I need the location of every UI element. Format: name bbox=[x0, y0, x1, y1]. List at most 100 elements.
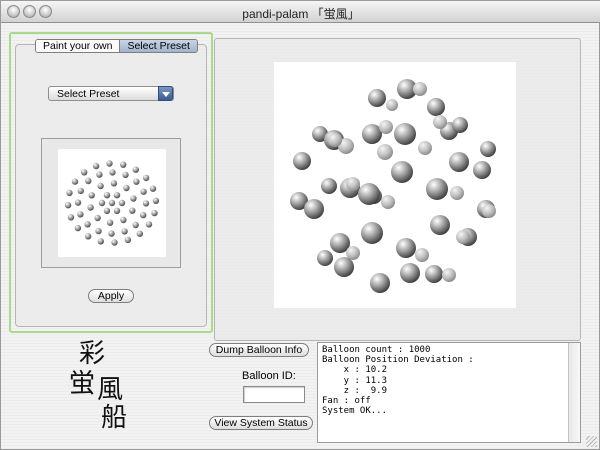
balloon bbox=[425, 265, 443, 283]
balloon bbox=[394, 123, 416, 145]
balloon-id-label: Balloon ID: bbox=[242, 370, 296, 382]
balloon bbox=[450, 186, 464, 200]
view-system-status-button[interactable]: View System Status bbox=[209, 416, 313, 430]
balloon bbox=[96, 171, 103, 178]
balloon bbox=[400, 263, 420, 283]
balloon bbox=[328, 133, 342, 147]
chevron-down-icon[interactable] bbox=[158, 86, 173, 101]
preview-balloon-group bbox=[64, 160, 160, 246]
status-console[interactable]: Balloon count : 1000 Balloon Position Dev… bbox=[317, 342, 581, 443]
balloon bbox=[74, 224, 82, 232]
console-line: z : 9.9 bbox=[322, 385, 388, 396]
console-line: System OK... bbox=[322, 406, 388, 417]
balloon bbox=[118, 199, 126, 207]
balloon bbox=[293, 152, 311, 170]
calligraphy-logo: 彩 蛍 風 船 bbox=[67, 339, 147, 439]
balloon bbox=[106, 160, 113, 167]
balloon bbox=[132, 166, 139, 173]
console-scrollbar[interactable] bbox=[568, 343, 580, 442]
balloon bbox=[110, 180, 118, 187]
window-title: pandi-palam 「蛍風」 bbox=[242, 7, 360, 21]
balloon bbox=[370, 273, 390, 293]
balloon bbox=[317, 250, 333, 266]
balloon bbox=[108, 199, 116, 207]
balloon bbox=[87, 204, 94, 211]
balloon bbox=[142, 174, 150, 182]
balloon bbox=[413, 82, 427, 96]
balloon bbox=[123, 184, 130, 192]
tab-paint-your-own[interactable]: Paint your own bbox=[36, 40, 120, 52]
balloon bbox=[418, 141, 432, 155]
logo-char-sai: 彩 bbox=[79, 339, 106, 369]
balloon bbox=[368, 89, 386, 107]
balloon bbox=[304, 199, 324, 219]
balloon bbox=[452, 117, 468, 133]
balloon bbox=[97, 182, 104, 190]
balloon bbox=[71, 178, 79, 185]
balloon-id-input[interactable] bbox=[243, 386, 305, 403]
balloon bbox=[106, 219, 114, 226]
preset-select-value: Select Preset bbox=[57, 88, 120, 100]
balloon bbox=[358, 183, 380, 205]
balloon bbox=[67, 214, 75, 221]
console-line: Balloon count : 1000 bbox=[322, 345, 431, 355]
balloon bbox=[122, 171, 129, 179]
balloon bbox=[130, 195, 137, 202]
balloon bbox=[145, 221, 153, 228]
console-line: y : 11.3 bbox=[322, 375, 388, 386]
apply-button[interactable]: Apply bbox=[88, 289, 134, 303]
balloon bbox=[66, 189, 73, 197]
balloon bbox=[427, 98, 445, 116]
console-line: Fan : off bbox=[322, 396, 371, 407]
balloon bbox=[129, 207, 136, 214]
preset-select[interactable]: Select Preset bbox=[48, 86, 174, 101]
balloon bbox=[113, 207, 121, 214]
balloon bbox=[396, 238, 416, 258]
balloon bbox=[386, 99, 398, 111]
balloon bbox=[94, 214, 101, 222]
balloon-group bbox=[290, 79, 496, 293]
console-line: x : 10.2 bbox=[322, 365, 388, 376]
balloon bbox=[92, 162, 100, 170]
balloon bbox=[108, 230, 115, 237]
balloon bbox=[415, 248, 429, 262]
tab-select-preset[interactable]: Select Preset bbox=[119, 40, 197, 52]
console-line: Balloon Position Deviation : bbox=[322, 355, 474, 366]
balloon bbox=[152, 197, 160, 204]
balloon bbox=[88, 192, 95, 199]
logo-char-kaze: 風 bbox=[97, 375, 124, 405]
logo-char-fune: 船 bbox=[101, 403, 128, 433]
balloon bbox=[124, 236, 132, 244]
dump-balloon-info-button[interactable]: Dump Balloon Info bbox=[209, 343, 309, 357]
balloon bbox=[456, 230, 470, 244]
balloon-render bbox=[290, 79, 496, 293]
resize-grip[interactable] bbox=[586, 436, 597, 447]
balloon bbox=[103, 207, 111, 214]
balloon bbox=[149, 185, 157, 192]
balloon bbox=[113, 192, 121, 199]
balloon bbox=[111, 239, 118, 246]
balloon bbox=[442, 268, 456, 282]
balloon bbox=[334, 257, 354, 277]
title-bar: pandi-palam 「蛍風」 bbox=[1, 1, 600, 23]
balloon bbox=[482, 204, 496, 218]
logo-char-hotaru: 蛍 bbox=[69, 369, 96, 399]
balloon bbox=[151, 209, 158, 217]
balloon bbox=[480, 141, 496, 157]
balloon bbox=[95, 227, 102, 235]
balloon bbox=[473, 161, 491, 179]
balloon bbox=[85, 177, 92, 185]
balloon bbox=[430, 215, 450, 235]
balloon bbox=[346, 177, 360, 191]
balloon bbox=[433, 115, 447, 129]
preset-preview-balloons bbox=[64, 160, 160, 246]
balloon bbox=[74, 199, 82, 206]
balloon bbox=[77, 211, 84, 218]
balloon bbox=[140, 211, 147, 219]
balloon bbox=[77, 187, 84, 195]
balloon bbox=[377, 144, 393, 160]
balloon bbox=[84, 221, 91, 228]
balloon bbox=[121, 228, 128, 235]
balloon bbox=[140, 188, 147, 195]
balloon bbox=[426, 178, 448, 200]
